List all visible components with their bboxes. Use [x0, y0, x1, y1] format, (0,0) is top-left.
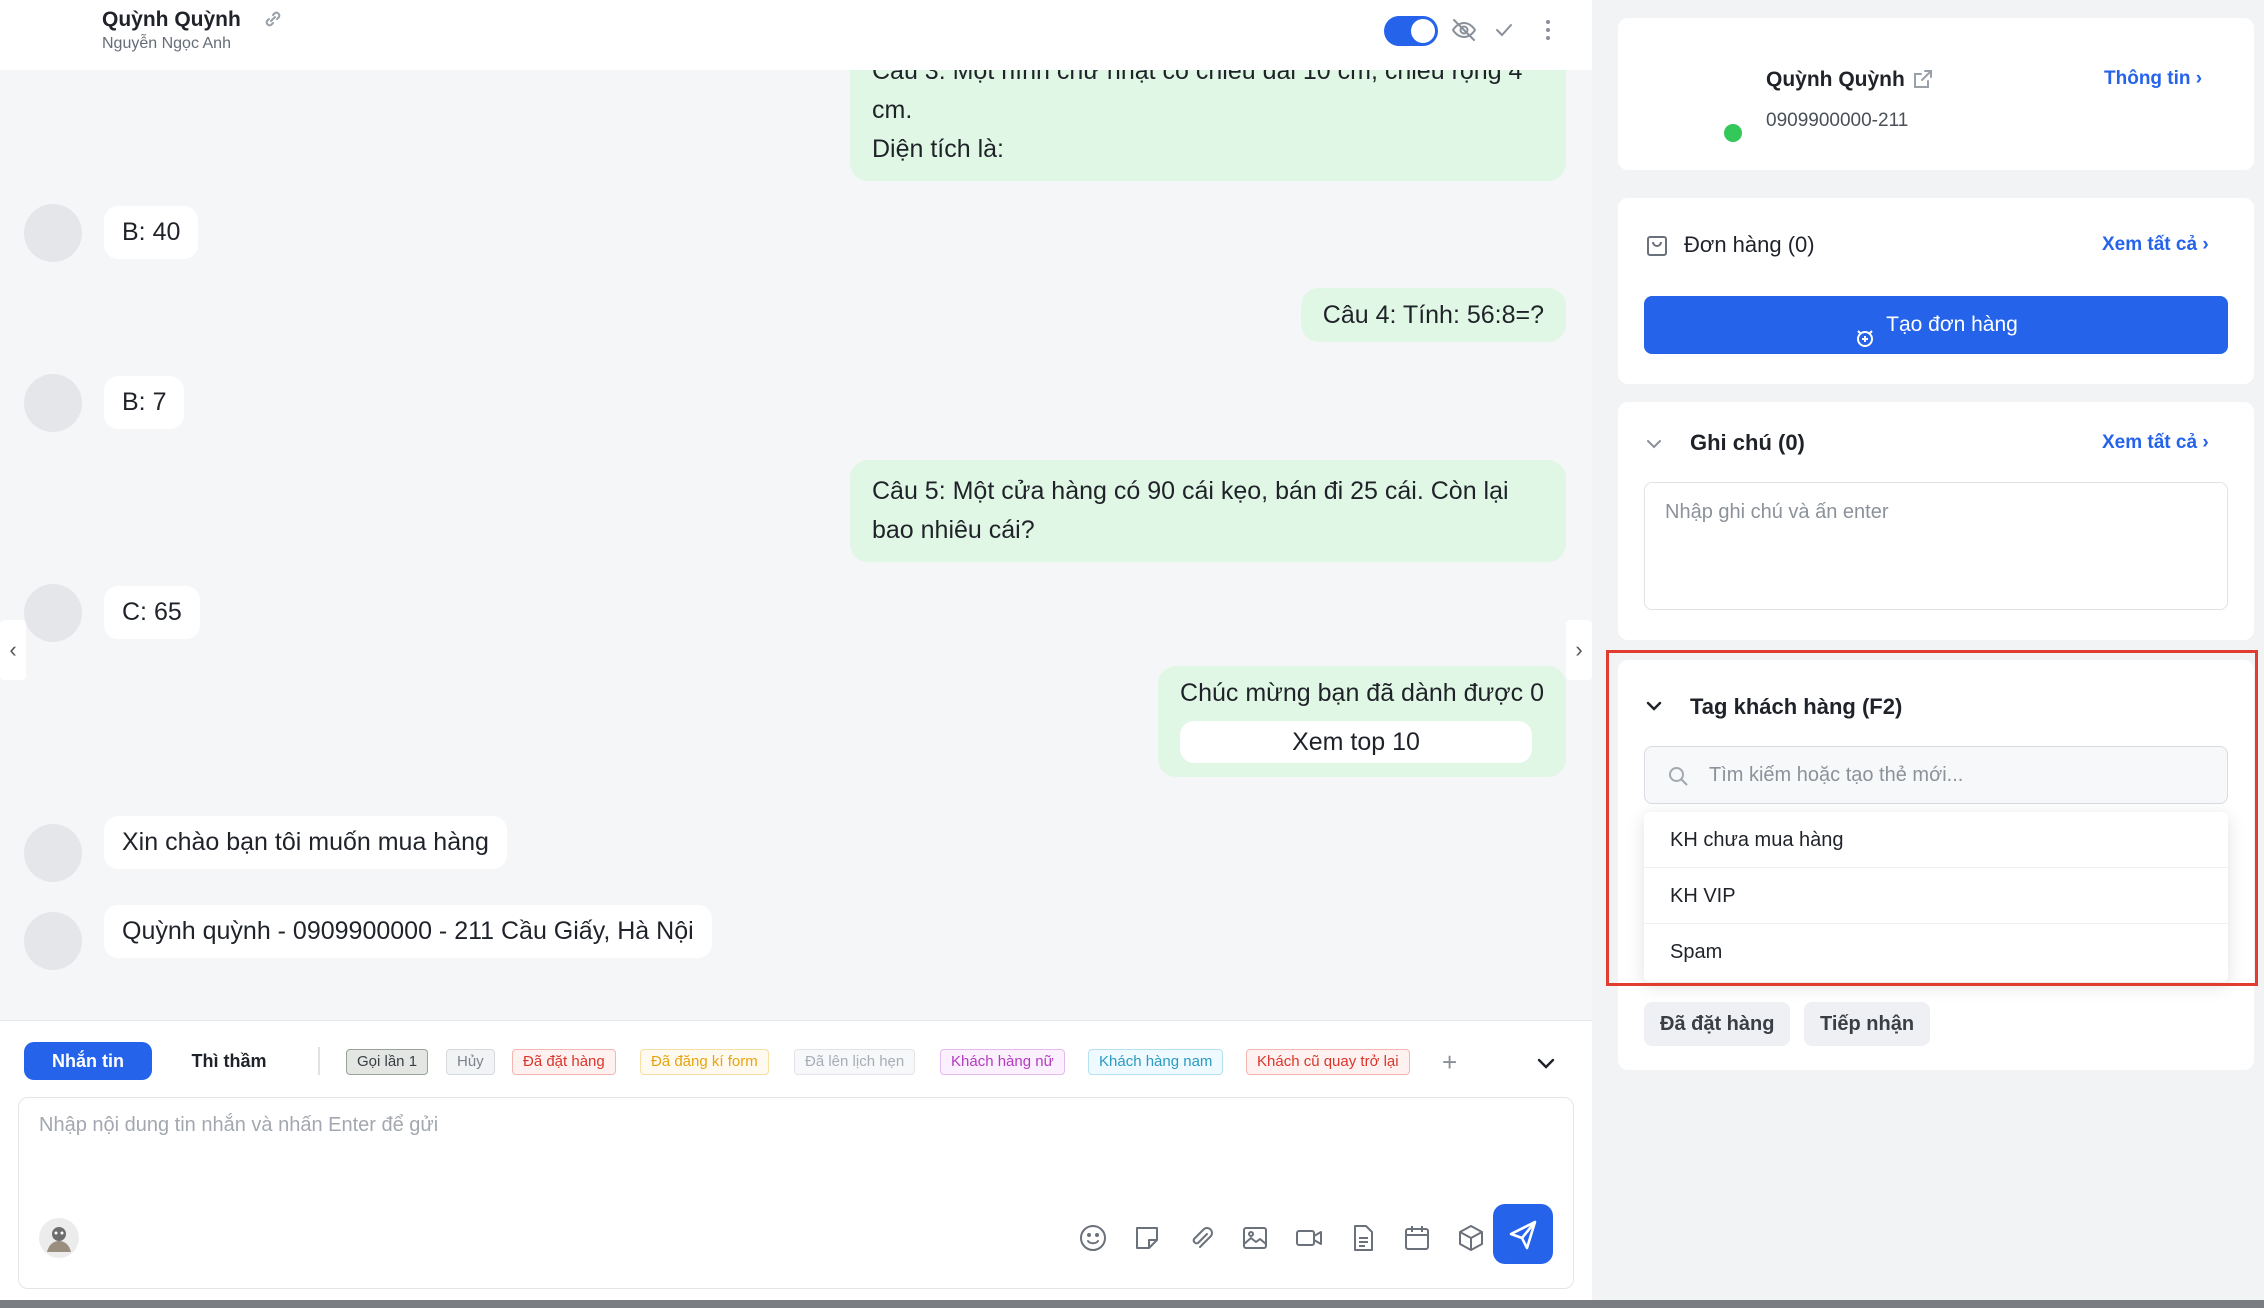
notes-card: Ghi chú (0) Xem tất cả › Nhập ghi chú và…	[1618, 402, 2254, 640]
message-bubble-incoming: Quỳnh quỳnh - 0909900000 - 211 Cầu Giấy,…	[104, 905, 712, 958]
collapse-left-arrow[interactable]: ‹	[0, 620, 26, 680]
message-bubble-incoming: B: 40	[104, 206, 199, 259]
note-input[interactable]: Nhập ghi chú và ấn enter	[1644, 482, 2228, 610]
message-bubble-incoming: Xin chào bạn tôi muốn mua hàng	[104, 816, 507, 869]
message-text: cm.	[872, 96, 913, 124]
message-list[interactable]: Câu 3: Một hình chữ nhật có chiều dài 10…	[0, 70, 1592, 1020]
link-icon[interactable]	[262, 8, 284, 30]
image-icon[interactable]	[1239, 1222, 1271, 1254]
quick-tag-chip[interactable]: Khách hàng nam	[1088, 1049, 1224, 1075]
video-icon[interactable]	[1293, 1222, 1325, 1254]
notes-title: Ghi chú (0)	[1690, 430, 1805, 455]
assignee-name: Nguyễn Ngọc Anh	[102, 35, 231, 52]
add-tag-icon[interactable]: +	[1442, 1047, 1457, 1078]
avatar	[24, 912, 82, 970]
assigned-tag-chip[interactable]: Đã đặt hàng	[1644, 1002, 1791, 1046]
tab-whisper[interactable]: Thì thầm	[170, 1042, 288, 1080]
customer-card: Quỳnh Quỳnh 0909900000-211 Thông tin ›	[1618, 18, 2254, 170]
quick-tag-chip[interactable]: Khách cũ quay trở lại	[1246, 1049, 1410, 1075]
notes-view-all-label: Xem tất cả	[2102, 432, 2198, 453]
more-vertical-icon[interactable]	[1534, 16, 1562, 44]
orders-card: Đơn hàng (0) Xem tất cả › Tạo đơn hàng	[1618, 198, 2254, 384]
message-bubble-outgoing: Chúc mừng bạn đã dành được 0 Xem top 10	[1158, 666, 1566, 777]
attachment-icon[interactable]	[1185, 1222, 1217, 1254]
compose-area: Nhắn tin Thì thầm Gọi lần 1 Hủy Đã đặt hàn…	[0, 1020, 1592, 1300]
sticker-icon[interactable]	[1131, 1222, 1163, 1254]
order-plus-icon	[1854, 314, 1876, 348]
auto-reply-toggle[interactable]	[1384, 16, 1438, 46]
eye-off-icon[interactable]	[1450, 16, 1478, 44]
chevron-down-icon[interactable]	[1644, 434, 1664, 454]
chevron-down-icon[interactable]	[1534, 1051, 1558, 1075]
document-icon[interactable]	[1347, 1222, 1379, 1254]
message-bubble-incoming: C: 65	[104, 586, 200, 639]
window-bottom-edge	[0, 1300, 2264, 1308]
shopping-bag-icon	[1644, 232, 1670, 258]
customer-phone: 0909900000-211	[1766, 110, 1909, 131]
assigned-tag-chip[interactable]: Tiếp nhận	[1804, 1002, 1931, 1046]
message-bubble-incoming: B: 7	[104, 376, 185, 429]
create-order-button[interactable]: Tạo đơn hàng	[1644, 296, 2228, 354]
check-icon[interactable]	[1490, 16, 1518, 44]
quick-tag-chip[interactable]: Gọi lần 1	[346, 1049, 429, 1075]
quick-tag-chip[interactable]: Đã đặt hàng	[512, 1049, 616, 1075]
quick-tag-chip[interactable]: Hủy	[446, 1049, 495, 1075]
avatar	[24, 204, 82, 262]
chat-header: Quỳnh Quỳnh Nguyễn Ngọc Anh	[0, 0, 1592, 70]
message-bubble-outgoing: Câu 3: Một hình chữ nhật có chiều dài 10…	[850, 70, 1566, 181]
external-link-icon[interactable]	[1912, 68, 1934, 90]
bot-avatar[interactable]	[39, 1218, 79, 1258]
quick-tag-chip[interactable]: Khách hàng nữ	[940, 1049, 1065, 1075]
create-order-label: Tạo đơn hàng	[1886, 313, 2018, 336]
note-input-placeholder: Nhập ghi chú và ấn enter	[1665, 501, 1889, 523]
send-button[interactable]	[1493, 1204, 1553, 1264]
message-input-placeholder: Nhập nội dung tin nhắn và nhấn Enter để …	[39, 1114, 439, 1136]
calendar-icon[interactable]	[1401, 1222, 1433, 1254]
expand-right-arrow[interactable]: ›	[1566, 620, 1592, 680]
divider	[318, 1047, 320, 1075]
emoji-icon[interactable]	[1077, 1222, 1109, 1254]
quick-tag-chip[interactable]: Đã lên lịch hẹn	[794, 1049, 916, 1075]
orders-view-all-link[interactable]: Xem tất cả ›	[2102, 234, 2209, 256]
message-text: Chúc mừng bạn đã dành được 0	[1180, 679, 1544, 707]
tab-message[interactable]: Nhắn tin	[24, 1042, 152, 1080]
orders-view-all-label: Xem tất cả	[2102, 234, 2198, 255]
view-top-10-button[interactable]: Xem top 10	[1180, 721, 1533, 763]
online-status-dot	[1724, 124, 1742, 142]
conversation-name: Quỳnh Quỳnh	[102, 8, 241, 31]
message-bubble-outgoing: Câu 4: Tính: 56:8=?	[1300, 288, 1566, 342]
message-bubble-outgoing: Câu 5: Một cửa hàng có 90 cái kẹo, bán đ…	[850, 460, 1566, 562]
message-text: Diện tích là:	[872, 135, 1005, 163]
orders-title: Đơn hàng (0)	[1684, 232, 1815, 257]
message-input[interactable]: Nhập nội dung tin nhắn và nhấn Enter để …	[18, 1097, 1574, 1289]
chat-panel: Câu 3: Một hình chữ nhật có chiều dài 10…	[0, 0, 1592, 1300]
avatar	[24, 584, 82, 642]
avatar	[24, 824, 82, 882]
customer-info-label: Thông tin	[2104, 68, 2191, 89]
message-text: Câu 3: Một hình chữ nhật có chiều dài 10…	[872, 70, 1523, 85]
avatar	[24, 374, 82, 432]
customer-name: Quỳnh Quỳnh	[1766, 68, 1905, 91]
quick-tag-chip[interactable]: Đã đăng kí form	[640, 1049, 769, 1075]
customer-info-link[interactable]: Thông tin ›	[2104, 68, 2202, 90]
notes-view-all-link[interactable]: Xem tất cả ›	[2102, 432, 2209, 454]
highlight-box	[1606, 650, 2258, 986]
product-box-icon[interactable]	[1455, 1222, 1487, 1254]
